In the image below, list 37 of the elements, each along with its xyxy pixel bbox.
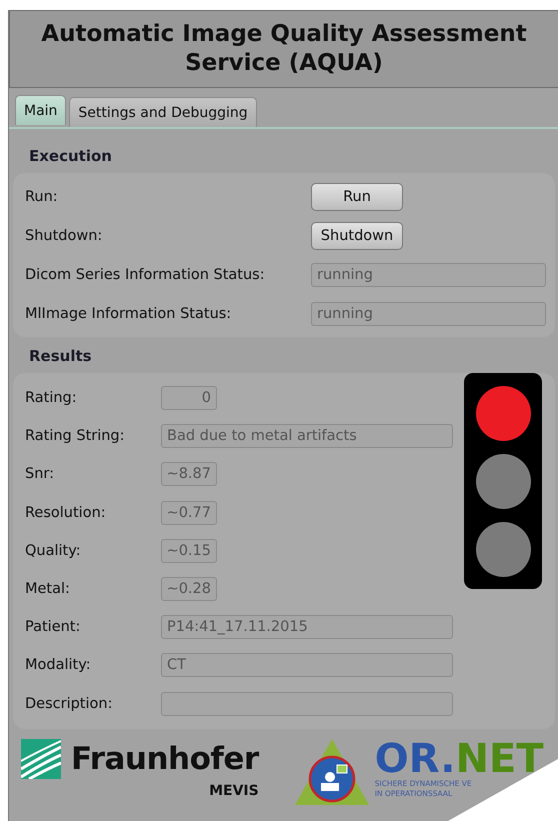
section-title: Results (28, 346, 93, 367)
field-label: Rating String: (25, 428, 126, 444)
field-label: MlImage Information Status: (25, 306, 232, 322)
output-field[interactable]: P14:41_17.11.2015 (161, 615, 453, 640)
ornet-logo-text: OR. (374, 738, 456, 779)
output-field[interactable]: ~0.77 (161, 500, 217, 525)
field-label: Description: (25, 696, 114, 712)
status-field[interactable]: running (311, 302, 546, 326)
mevis-logo-text: MEVIS (209, 782, 259, 799)
tab[interactable]: Main (15, 95, 66, 125)
operating-room-logo-icon (294, 738, 369, 805)
output-field[interactable]: ~0.28 (161, 577, 217, 602)
output-field[interactable]: ~0.15 (161, 538, 217, 563)
section-title: Execution (28, 146, 113, 167)
window-title: Automatic Image Quality Assessment Service (AQUA) (9, 10, 558, 88)
output-field[interactable]: ~8.87 (161, 462, 217, 486)
output-field[interactable]: CT (161, 653, 453, 678)
field-label: Metal: (25, 581, 71, 598)
field-label: Rating: (25, 390, 78, 406)
field-label: Shutdown: (25, 228, 104, 244)
field-label: Resolution: (25, 504, 107, 521)
output-field[interactable]: 0 (161, 386, 217, 410)
ornet-logo-text: NET (455, 738, 544, 779)
field-label: Quality: (25, 542, 82, 559)
output-field[interactable] (161, 692, 453, 716)
fraunhofer-logo-text: Fraunhofer (71, 740, 259, 777)
action-button[interactable]: Shutdown (311, 222, 403, 250)
action-button[interactable]: Run (311, 182, 403, 210)
field-label: Modality: (25, 657, 92, 674)
field-label: Patient: (25, 619, 82, 636)
field-label: Run: (25, 188, 59, 204)
output-field[interactable]: Bad due to metal artifacts (161, 424, 453, 448)
status-field[interactable]: running (311, 262, 546, 286)
tab[interactable]: Settings and Debugging (69, 97, 257, 127)
fraunhofer-logo-icon (21, 738, 61, 779)
field-label: Dicom Series Information Status: (25, 266, 266, 282)
field-label: Snr: (25, 466, 55, 482)
